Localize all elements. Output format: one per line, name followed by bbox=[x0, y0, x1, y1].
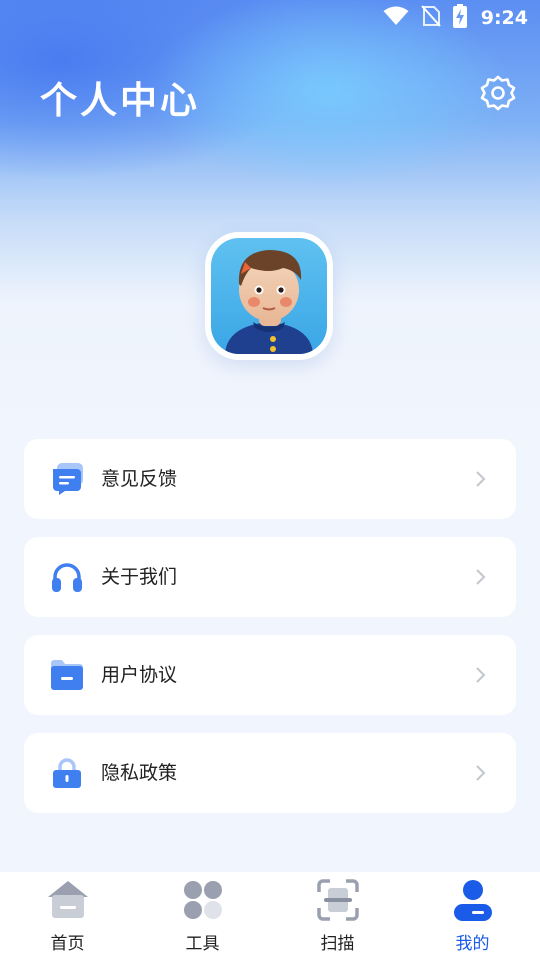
user-icon bbox=[453, 880, 492, 921]
menu-item-privacy[interactable]: 隐私政策 bbox=[24, 733, 516, 813]
chevron-right-icon bbox=[476, 667, 486, 683]
headphones-icon bbox=[51, 561, 83, 593]
chevron-right-icon bbox=[476, 471, 486, 487]
tab-mine[interactable]: 我的 bbox=[405, 872, 540, 960]
status-bar: 9:24 bbox=[0, 0, 540, 36]
gear-icon bbox=[480, 75, 516, 111]
tab-scan[interactable]: 扫描 bbox=[270, 872, 405, 960]
tab-label: 工具 bbox=[185, 934, 220, 954]
chevron-right-icon bbox=[476, 765, 486, 781]
grid-icon bbox=[183, 881, 222, 919]
menu-item-label: 用户协议 bbox=[101, 664, 178, 686]
menu-item-label: 关于我们 bbox=[101, 566, 178, 588]
menu-item-label: 隐私政策 bbox=[101, 762, 178, 784]
status-time: 9:24 bbox=[480, 7, 528, 29]
tab-label: 我的 bbox=[455, 934, 490, 954]
chevron-right-icon bbox=[476, 569, 486, 585]
scan-icon bbox=[316, 879, 359, 921]
battery-icon bbox=[452, 4, 467, 32]
wifi-icon bbox=[383, 6, 409, 30]
settings-button[interactable] bbox=[478, 73, 518, 113]
feedback-icon bbox=[51, 463, 83, 495]
home-icon bbox=[47, 881, 88, 918]
tab-label: 扫描 bbox=[320, 934, 355, 954]
tab-tools[interactable]: 工具 bbox=[135, 872, 270, 960]
bottom-tab-bar: 首页 工具 扫描 我的 bbox=[0, 872, 540, 960]
menu-item-about[interactable]: 关于我们 bbox=[24, 537, 516, 617]
no-sim-icon bbox=[420, 5, 441, 31]
avatar-image bbox=[225, 250, 313, 354]
menu-item-user-agreement[interactable]: 用户协议 bbox=[24, 635, 516, 715]
avatar[interactable] bbox=[205, 232, 333, 360]
lock-icon bbox=[51, 757, 83, 789]
tab-label: 首页 bbox=[50, 934, 85, 954]
page-title: 个人中心 bbox=[40, 79, 200, 122]
folder-icon bbox=[51, 659, 83, 691]
menu-item-feedback[interactable]: 意见反馈 bbox=[24, 439, 516, 519]
tab-home[interactable]: 首页 bbox=[0, 872, 135, 960]
menu-item-label: 意见反馈 bbox=[101, 468, 178, 490]
